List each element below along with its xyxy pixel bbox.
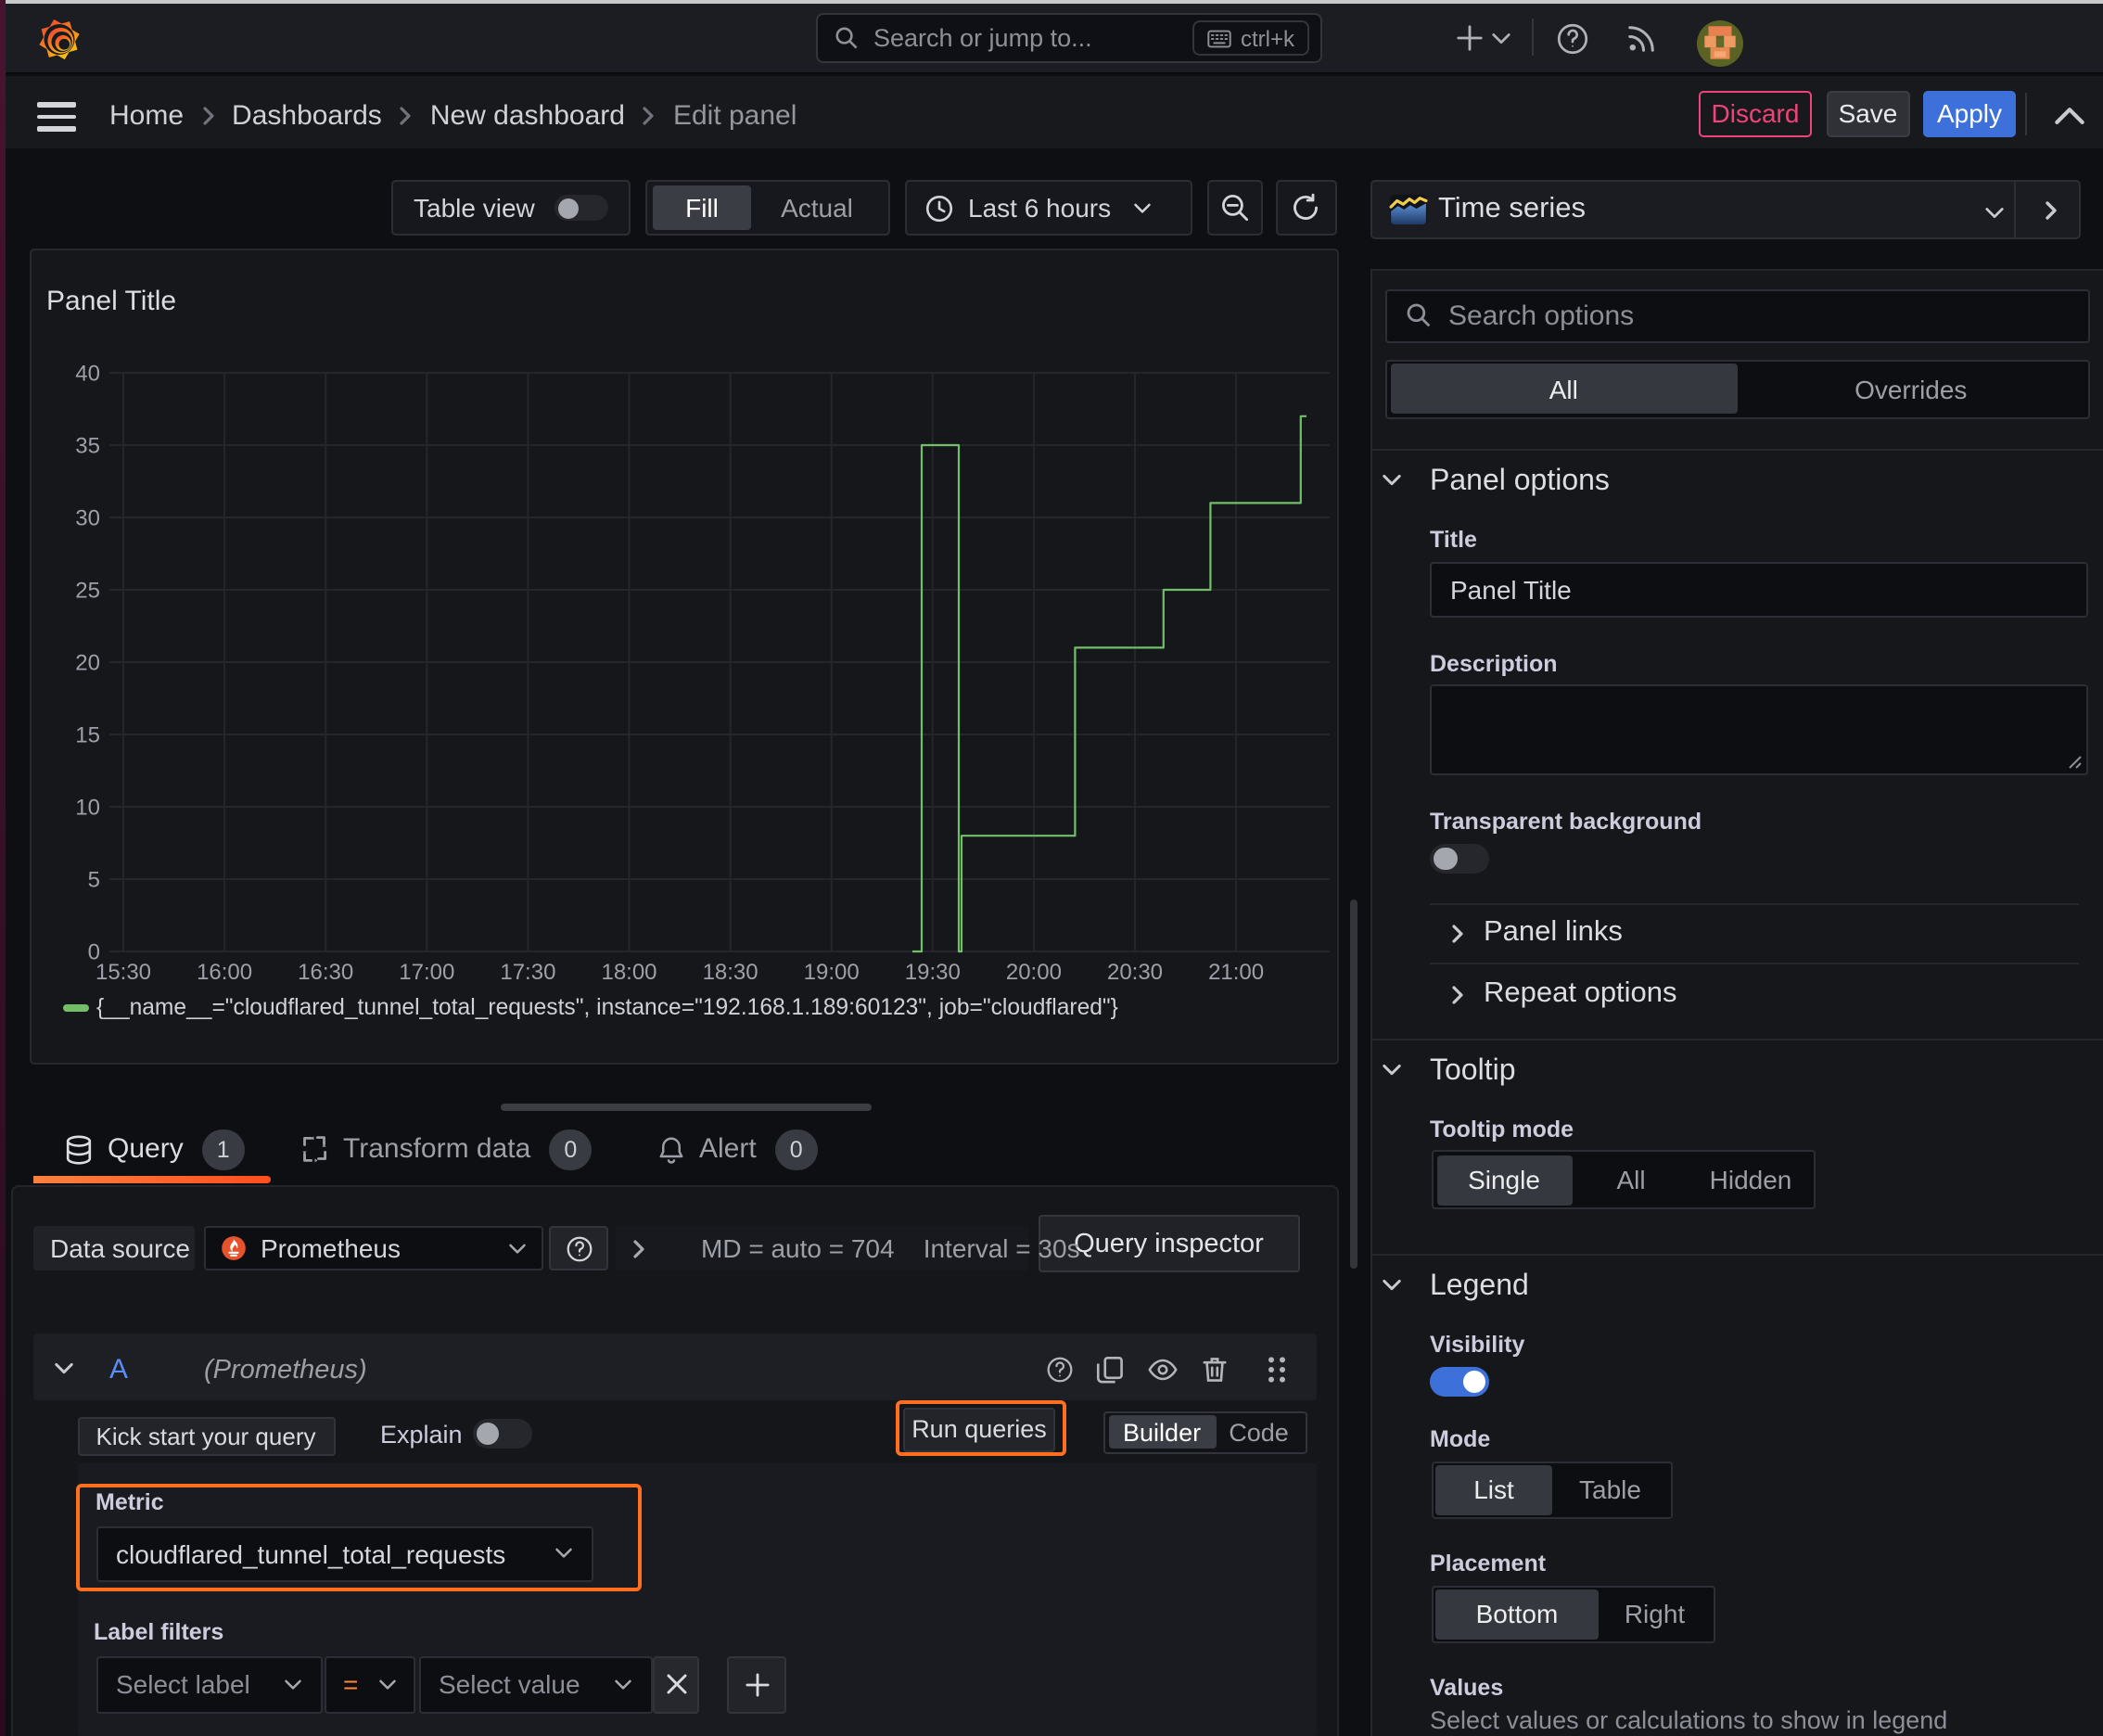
svg-text:40: 40 [75, 361, 100, 386]
svg-text:30: 30 [75, 505, 100, 530]
svg-text:35: 35 [75, 433, 100, 458]
svg-text:5: 5 [88, 867, 100, 892]
svg-text:18:30: 18:30 [703, 960, 758, 985]
svg-text:16:00: 16:00 [197, 960, 252, 985]
svg-text:15: 15 [75, 722, 100, 747]
svg-text:19:30: 19:30 [905, 960, 961, 985]
svg-text:20:00: 20:00 [1006, 960, 1062, 985]
svg-text:17:00: 17:00 [399, 960, 454, 985]
svg-text:10: 10 [75, 795, 100, 820]
svg-text:21:00: 21:00 [1208, 960, 1264, 985]
svg-text:20: 20 [75, 650, 100, 675]
svg-text:25: 25 [75, 578, 100, 603]
svg-text:18:00: 18:00 [601, 960, 656, 985]
svg-text:{__name__="cloudflared_tunnel_: {__name__="cloudflared_tunnel_total_requ… [96, 995, 1118, 1020]
svg-text:19:00: 19:00 [804, 960, 860, 985]
svg-text:16:30: 16:30 [298, 960, 353, 985]
svg-text:20:30: 20:30 [1107, 960, 1163, 985]
svg-text:17:30: 17:30 [500, 960, 555, 985]
svg-text:15:30: 15:30 [96, 960, 151, 985]
